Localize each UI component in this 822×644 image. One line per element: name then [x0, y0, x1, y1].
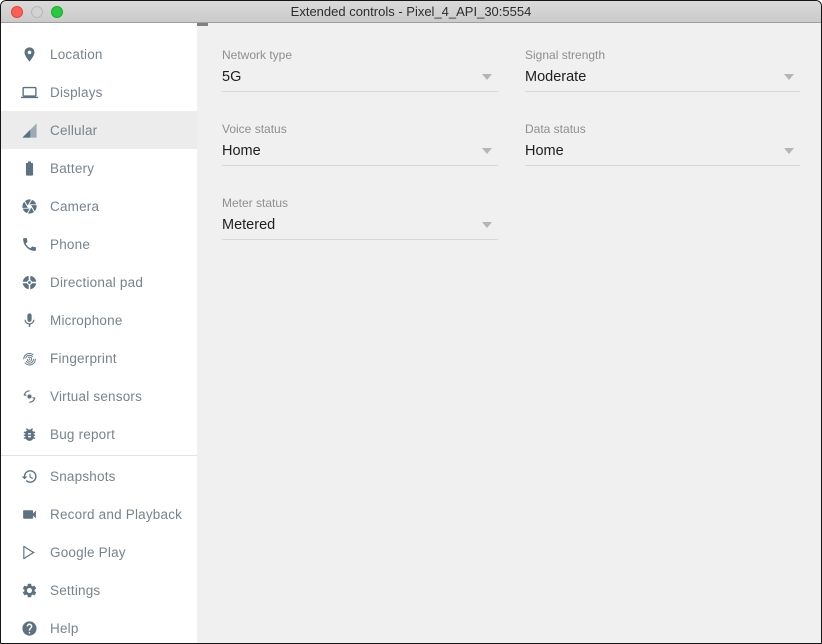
cellular-fields: Network type 5G Signal strength Moderate…: [222, 48, 800, 240]
signal-strength-dropdown[interactable]: Moderate: [525, 68, 800, 92]
field-label: Voice status: [222, 122, 498, 136]
close-button[interactable]: [11, 6, 23, 18]
sidebar-item-label: Virtual sensors: [50, 389, 142, 404]
scrollbar-thumb[interactable]: [197, 23, 208, 26]
cellular-panel: Network type 5G Signal strength Moderate…: [197, 23, 821, 644]
chevron-down-icon: [482, 148, 492, 154]
sidebar-item-label: Record and Playback: [50, 507, 182, 522]
help-icon: [21, 620, 38, 637]
sidebar-item-label: Bug report: [50, 427, 115, 442]
bug-report-icon: [21, 426, 38, 443]
virtual-sensors-icon: [21, 388, 38, 405]
chevron-down-icon: [482, 222, 492, 228]
dpad-icon: [21, 274, 38, 291]
field-value: 5G: [222, 68, 241, 86]
displays-icon: [21, 84, 38, 101]
traffic-lights: [11, 1, 63, 23]
sidebar-item-cellular[interactable]: Cellular: [1, 111, 197, 149]
field-label: Signal strength: [525, 48, 800, 62]
sidebar-item-label: Battery: [50, 161, 94, 176]
sidebar-item-virtual-sensors[interactable]: Virtual sensors: [1, 377, 197, 415]
data-status-dropdown[interactable]: Home: [525, 142, 800, 166]
field-meter-status: Meter status Metered: [222, 196, 498, 240]
window-body: Location Displays Cellular Battery Camer…: [1, 23, 821, 644]
camera-icon: [21, 198, 38, 215]
field-label: Network type: [222, 48, 498, 62]
field-network-type: Network type 5G: [222, 48, 498, 92]
microphone-icon: [21, 312, 38, 329]
sidebar-item-label: Camera: [50, 199, 99, 214]
field-signal-strength: Signal strength Moderate: [525, 48, 800, 92]
sidebar-item-label: Directional pad: [50, 275, 143, 290]
field-data-status: Data status Home: [525, 122, 800, 166]
snapshots-icon: [21, 468, 38, 485]
sidebar-item-label: Google Play: [50, 545, 126, 560]
sidebar-item-label: Location: [50, 47, 103, 62]
extended-controls-window: Extended controls - Pixel_4_API_30:5554 …: [0, 0, 822, 644]
sidebar-item-microphone[interactable]: Microphone: [1, 301, 197, 339]
field-value: Metered: [222, 216, 275, 234]
field-value: Home: [525, 142, 564, 160]
sidebar-divider: [1, 455, 197, 456]
sidebar-item-label: Microphone: [50, 313, 123, 328]
sidebar-item-battery[interactable]: Battery: [1, 149, 197, 187]
sidebar-item-snapshots[interactable]: Snapshots: [1, 457, 197, 495]
sidebar-item-directional-pad[interactable]: Directional pad: [1, 263, 197, 301]
phone-icon: [21, 236, 38, 253]
record-playback-icon: [21, 506, 38, 523]
field-value: Home: [222, 142, 261, 160]
sidebar-item-location[interactable]: Location: [1, 35, 197, 73]
zoom-button[interactable]: [51, 6, 63, 18]
sidebar-item-label: Help: [50, 621, 79, 636]
sidebar-item-label: Snapshots: [50, 469, 116, 484]
sidebar-item-google-play[interactable]: Google Play: [1, 533, 197, 571]
voice-status-dropdown[interactable]: Home: [222, 142, 498, 166]
meter-status-dropdown[interactable]: Metered: [222, 216, 498, 240]
field-label: Meter status: [222, 196, 498, 210]
chevron-down-icon: [784, 74, 794, 80]
sidebar-item-label: Displays: [50, 85, 103, 100]
sidebar-item-label: Cellular: [50, 123, 97, 138]
field-label: Data status: [525, 122, 800, 136]
location-icon: [21, 46, 38, 63]
sidebar-item-help[interactable]: Help: [1, 609, 197, 644]
sidebar-nav: Location Displays Cellular Battery Camer…: [1, 23, 197, 644]
sidebar-item-settings[interactable]: Settings: [1, 571, 197, 609]
sidebar-item-bug-report[interactable]: Bug report: [1, 415, 197, 453]
sidebar-item-label: Phone: [50, 237, 90, 252]
fingerprint-icon: [21, 350, 38, 367]
google-play-icon: [21, 544, 38, 561]
field-voice-status: Voice status Home: [222, 122, 498, 166]
settings-icon: [21, 582, 38, 599]
sidebar-item-camera[interactable]: Camera: [1, 187, 197, 225]
chevron-down-icon: [482, 74, 492, 80]
sidebar-item-label: Fingerprint: [50, 351, 117, 366]
chevron-down-icon: [784, 148, 794, 154]
sidebar-item-displays[interactable]: Displays: [1, 73, 197, 111]
sidebar-item-fingerprint[interactable]: Fingerprint: [1, 339, 197, 377]
sidebar-item-record-and-playback[interactable]: Record and Playback: [1, 495, 197, 533]
sidebar-item-label: Settings: [50, 583, 100, 598]
network-type-dropdown[interactable]: 5G: [222, 68, 498, 92]
titlebar[interactable]: Extended controls - Pixel_4_API_30:5554: [1, 1, 821, 23]
sidebar-item-phone[interactable]: Phone: [1, 225, 197, 263]
minimize-button[interactable]: [31, 6, 43, 18]
field-value: Moderate: [525, 68, 586, 86]
battery-icon: [21, 160, 38, 177]
window-title: Extended controls - Pixel_4_API_30:5554: [291, 1, 532, 23]
cellular-icon: [21, 122, 38, 139]
